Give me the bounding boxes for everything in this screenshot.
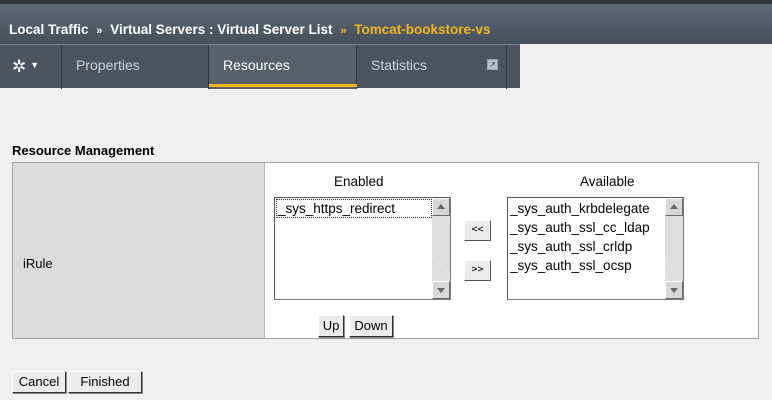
tab-resources[interactable]: Resources [209, 45, 357, 89]
list-item[interactable]: _sys_auth_ssl_crldp [509, 237, 665, 256]
section-title: Resource Management [12, 143, 155, 158]
move-to-available-button[interactable]: >> [464, 260, 491, 281]
enabled-irules-list[interactable]: _sys_https_redirect [274, 197, 451, 300]
gear-icon: ✲ [12, 57, 27, 76]
gear-menu-button[interactable]: ✲ ▼ [0, 45, 62, 89]
breadcrumb-virtual-server-list[interactable]: Virtual Servers : Virtual Server List [110, 22, 332, 37]
move-to-enabled-button[interactable]: << [464, 220, 491, 241]
scroll-down-button[interactable] [432, 281, 450, 299]
available-header: Available [580, 174, 635, 189]
arrow-down-icon [670, 288, 678, 293]
irule-label: iRule [23, 256, 53, 271]
arrow-up-icon [670, 204, 678, 209]
arrow-down-icon [437, 288, 445, 293]
available-irules-list[interactable]: _sys_auth_krbdelegate _sys_auth_ssl_cc_l… [507, 197, 684, 300]
breadcrumb: Local Traffic » Virtual Servers : Virtua… [0, 0, 772, 44]
breadcrumb-current: Tomcat-bookstore-vs [354, 22, 491, 37]
enabled-scrollbar[interactable] [432, 198, 450, 299]
popout-icon[interactable]: ↗ [487, 59, 498, 70]
tab-resources-label: Resources [223, 57, 290, 73]
move-up-button[interactable]: Up [318, 315, 344, 337]
enabled-items: _sys_https_redirect [276, 199, 432, 218]
cancel-button[interactable]: Cancel [12, 371, 66, 393]
list-item[interactable]: _sys_auth_ssl_cc_ldap [509, 218, 665, 237]
available-items: _sys_auth_krbdelegate _sys_auth_ssl_cc_l… [509, 199, 665, 275]
scroll-up-button[interactable] [665, 198, 683, 216]
tab-statistics[interactable]: Statistics ↗ [357, 45, 507, 89]
tab-statistics-label: Statistics [371, 57, 428, 73]
resource-panel: iRule Enabled Available _sys_https_redir… [12, 162, 759, 339]
list-item[interactable]: _sys_https_redirect [276, 199, 432, 218]
list-item[interactable]: _sys_auth_krbdelegate [509, 199, 665, 218]
list-item[interactable]: _sys_auth_ssl_ocsp [509, 256, 665, 275]
scroll-down-button[interactable] [665, 281, 683, 299]
irule-label-cell: iRule [13, 163, 265, 338]
enabled-header: Enabled [334, 174, 384, 189]
breadcrumb-local-traffic[interactable]: Local Traffic [9, 22, 89, 37]
available-scrollbar[interactable] [665, 198, 683, 299]
tab-bar: ✲ ▼ Properties Resources Statistics ↗ [0, 44, 772, 89]
finished-button[interactable]: Finished [68, 371, 142, 393]
tab-strip: ✲ ▼ Properties Resources Statistics ↗ [0, 44, 520, 89]
breadcrumb-separator: » [340, 25, 347, 37]
selected-tab-indicator [209, 84, 357, 87]
scroll-up-button[interactable] [432, 198, 450, 216]
breadcrumb-separator: » [96, 25, 103, 37]
chevron-down-icon: ▼ [30, 60, 40, 70]
tab-properties[interactable]: Properties [62, 45, 209, 89]
arrow-up-icon [437, 204, 445, 209]
move-down-button[interactable]: Down [349, 315, 393, 337]
